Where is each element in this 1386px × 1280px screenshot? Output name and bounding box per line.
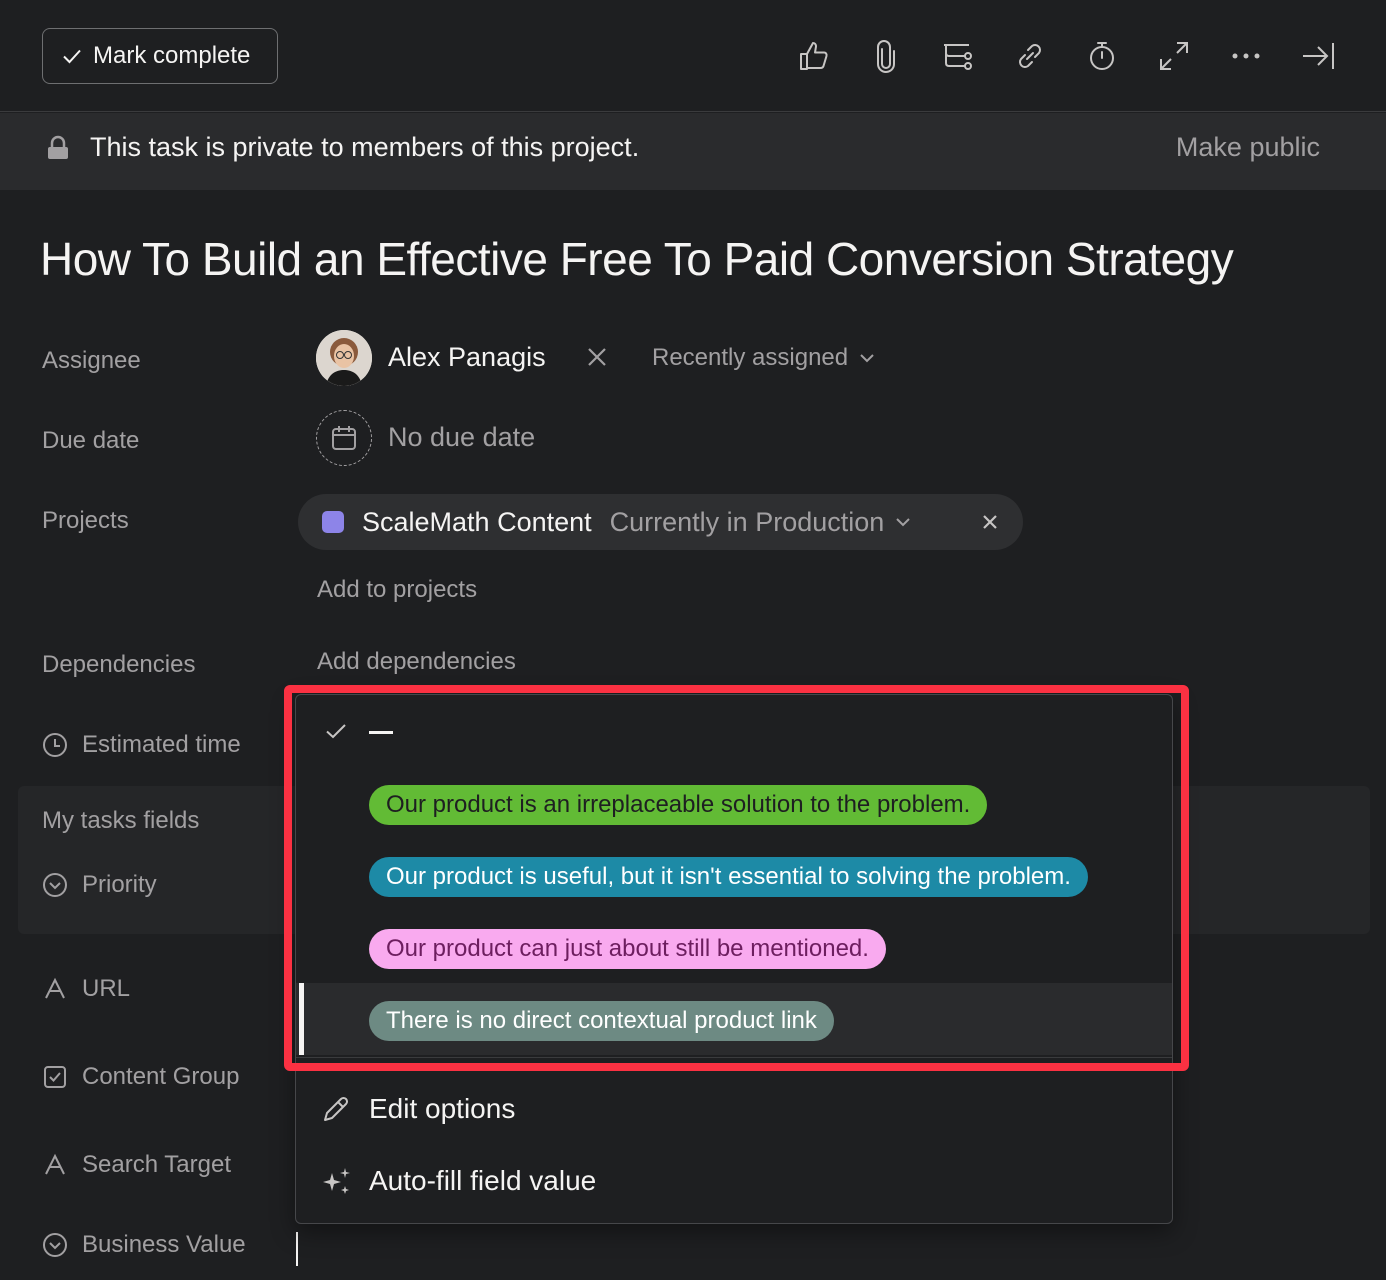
projects-label: Projects <box>42 507 129 534</box>
thumbs-up-icon[interactable] <box>794 36 834 76</box>
option-chip: Our product can just about still be ment… <box>369 929 886 969</box>
estimated-time-field: Estimated time <box>42 730 241 760</box>
dropdown-circle-icon <box>42 872 68 898</box>
auto-fill-label: Auto-fill field value <box>369 1165 597 1196</box>
project-name[interactable]: ScaleMath Content <box>362 507 592 538</box>
recently-assigned-dropdown[interactable]: Recently assigned <box>652 344 876 372</box>
search-target-label: Search Target <box>82 1151 231 1178</box>
option-chip: Our product is useful, but it isn't esse… <box>369 857 1088 897</box>
estimated-time-label: Estimated time <box>82 731 241 758</box>
option-none[interactable] <box>296 695 1172 767</box>
business-value-dropdown: Our product is an irreplaceable solution… <box>295 694 1173 1224</box>
calendar-icon[interactable] <box>316 410 372 466</box>
assignee-name[interactable]: Alex Panagis <box>388 342 546 373</box>
privacy-message: This task is private to members of this … <box>90 132 640 162</box>
paperclip-icon[interactable] <box>866 36 906 76</box>
chevron-down-icon[interactable] <box>894 513 912 531</box>
avatar[interactable] <box>316 330 372 386</box>
checkbox-icon <box>42 1064 68 1090</box>
more-icon[interactable] <box>1226 36 1266 76</box>
option-chip: There is no direct contextual product li… <box>369 1001 834 1041</box>
remove-project-icon[interactable] <box>979 511 1001 533</box>
recently-assigned-label: Recently assigned <box>652 344 849 371</box>
business-value-label: Business Value <box>82 1231 246 1258</box>
business-value-field: Business Value <box>42 1230 246 1260</box>
mark-complete-label: Mark complete <box>93 42 251 69</box>
link-icon[interactable] <box>1010 36 1050 76</box>
add-to-projects-link[interactable]: Add to projects <box>317 576 477 604</box>
task-title[interactable]: How To Build an Effective Free To Paid C… <box>40 232 1234 286</box>
timer-icon[interactable] <box>1082 36 1122 76</box>
url-field: URL <box>42 974 130 1004</box>
priority-field: Priority <box>42 870 157 900</box>
option-chip: Our product is an irreplaceable solution… <box>369 785 988 825</box>
option-irreplaceable[interactable]: Our product is an irreplaceable solution… <box>296 767 1172 839</box>
privacy-banner: This task is private to members of this … <box>0 113 1386 190</box>
due-date-value[interactable]: No due date <box>388 422 535 453</box>
add-dependencies-link[interactable]: Add dependencies <box>317 648 516 676</box>
task-toolbar: Mark complete <box>0 0 1386 112</box>
check-icon <box>61 45 83 67</box>
make-public-button[interactable]: Make public <box>1176 131 1320 163</box>
remove-assignee-icon[interactable] <box>584 344 610 370</box>
none-dash <box>369 731 393 734</box>
lock-icon <box>46 135 70 163</box>
project-color-swatch <box>322 511 344 533</box>
due-date-label: Due date <box>42 427 140 454</box>
text-field-icon <box>42 976 68 1002</box>
chevron-down-icon <box>858 349 876 367</box>
dropdown-divider <box>296 1057 1172 1058</box>
project-pill[interactable]: ScaleMath Content Currently in Productio… <box>298 494 1023 550</box>
pencil-icon <box>320 1093 352 1125</box>
content-group-label: Content Group <box>82 1063 240 1090</box>
clock-icon <box>42 732 68 758</box>
check-icon <box>324 719 348 743</box>
priority-label: Priority <box>82 871 157 898</box>
option-mentioned[interactable]: Our product can just about still be ment… <box>296 911 1172 983</box>
edit-options-label: Edit options <box>369 1093 516 1124</box>
assignee-label: Assignee <box>42 347 141 374</box>
mark-complete-button[interactable]: Mark complete <box>42 28 278 84</box>
expand-icon[interactable] <box>1154 36 1194 76</box>
close-panel-icon[interactable] <box>1298 36 1338 76</box>
text-caret <box>296 1232 298 1266</box>
edit-options-button[interactable]: Edit options <box>296 1073 1172 1145</box>
auto-fill-button[interactable]: Auto-fill field value <box>296 1145 1172 1217</box>
text-field-icon <box>42 1152 68 1178</box>
content-group-field: Content Group <box>42 1062 239 1092</box>
sparkle-icon <box>320 1165 354 1199</box>
option-no-link[interactable]: There is no direct contextual product li… <box>296 983 1172 1055</box>
search-target-field: Search Target <box>42 1150 231 1180</box>
url-label: URL <box>82 975 131 1002</box>
subtask-icon[interactable] <box>938 36 978 76</box>
dependencies-label: Dependencies <box>42 651 196 678</box>
my-tasks-fields-label: My tasks fields <box>42 807 200 834</box>
dropdown-circle-icon <box>42 1232 68 1258</box>
option-useful[interactable]: Our product is useful, but it isn't esse… <box>296 839 1172 911</box>
project-section[interactable]: Currently in Production <box>610 507 885 538</box>
